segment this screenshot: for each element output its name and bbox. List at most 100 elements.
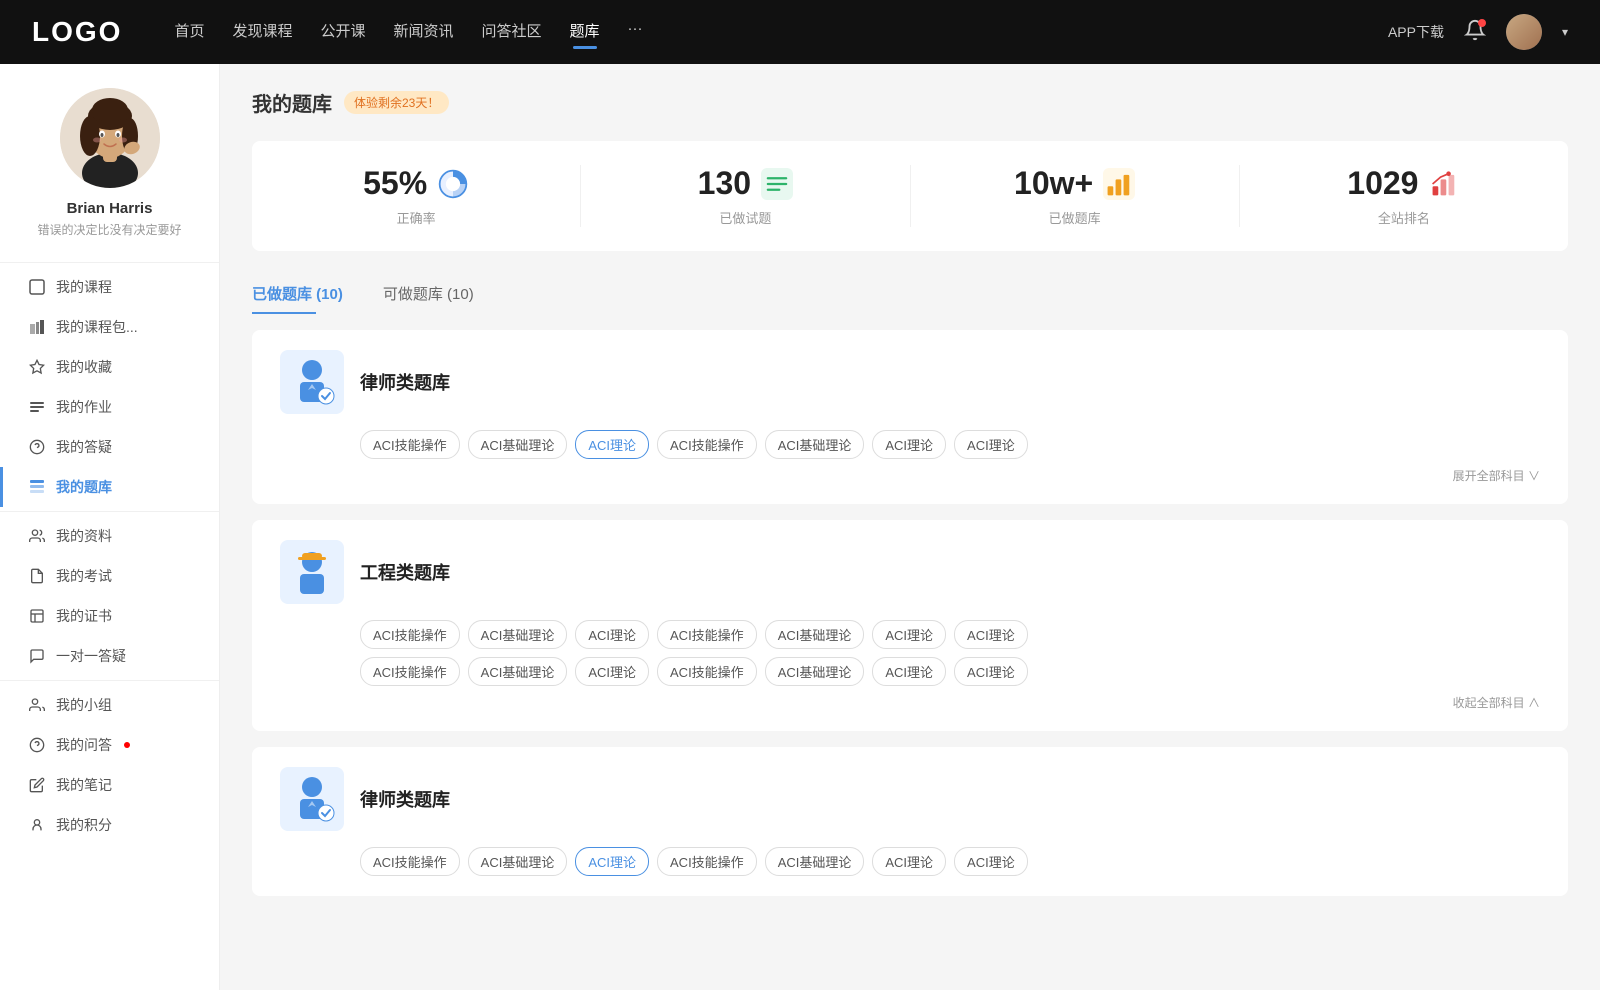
stat-accuracy-number: 55%: [363, 165, 427, 202]
points-label: 我的积分: [56, 815, 112, 835]
tag-eng-6[interactable]: ACI理论: [954, 620, 1028, 649]
course-pack-icon: [28, 318, 46, 336]
sidebar: Brian Harris 错误的决定比没有决定要好 我的课程 我的课程包...: [0, 64, 220, 990]
oneonone-label: 一对一答疑: [56, 646, 126, 666]
engineer-icon: [280, 540, 344, 604]
bank-card-header-lawyer-1: 律师类题库: [280, 350, 1540, 414]
nav-home[interactable]: 首页: [174, 20, 204, 45]
favorites-icon: [28, 358, 46, 376]
tag-lawyer2-0[interactable]: ACI技能操作: [360, 847, 460, 876]
sidebar-item-homework[interactable]: 我的作业: [0, 387, 219, 427]
tag-eng-5[interactable]: ACI理论: [872, 620, 946, 649]
sidebar-item-questionbank[interactable]: 我的题库: [0, 467, 219, 507]
sidebar-item-qa[interactable]: 我的答疑: [0, 427, 219, 467]
tab-done-banks[interactable]: 已做题库 (10): [252, 275, 359, 314]
tag-lawyer2-2[interactable]: ACI理论: [575, 847, 649, 876]
tab-available-banks[interactable]: 可做题库 (10): [383, 275, 490, 314]
tag-eng-1[interactable]: ACI基础理论: [468, 620, 568, 649]
done-questions-icon: [761, 168, 793, 200]
sidebar-item-oneonone[interactable]: 一对一答疑: [0, 636, 219, 676]
sidebar-item-profile[interactable]: 我的资料: [0, 516, 219, 556]
stat-done-questions: 130 已做试题: [581, 165, 910, 227]
tag-lawyer1-3[interactable]: ACI技能操作: [657, 430, 757, 459]
divider-2: [0, 511, 219, 512]
divider-3: [0, 680, 219, 681]
course-pack-label: 我的课程包...: [56, 317, 138, 337]
bank-card-header-engineer: 工程类题库: [280, 540, 1540, 604]
stat-rank: 1029 全站排名: [1240, 165, 1568, 227]
sidebar-item-certificates[interactable]: 我的证书: [0, 596, 219, 636]
homework-label: 我的作业: [56, 397, 112, 417]
courses-icon: [28, 278, 46, 296]
tag-lawyer2-3[interactable]: ACI技能操作: [657, 847, 757, 876]
bank-card-lawyer-2: 律师类题库 ACI技能操作 ACI基础理论 ACI理论 ACI技能操作 ACI基…: [252, 747, 1568, 896]
tag-eng-3[interactable]: ACI技能操作: [657, 620, 757, 649]
avatar-illustration: [60, 88, 160, 188]
tag-lawyer1-0[interactable]: ACI技能操作: [360, 430, 460, 459]
homework-icon: [28, 398, 46, 416]
avatar[interactable]: [1506, 14, 1542, 50]
navbar-menu: 首页 发现课程 公开课 新闻资讯 问答社区 题库 ···: [174, 20, 1356, 45]
stat-accuracy: 55% 正确率: [252, 165, 581, 227]
sidebar-item-notes[interactable]: 我的笔记: [0, 765, 219, 805]
expand-link-text-engineer: 收起全部科目 ∧: [1453, 694, 1540, 711]
qa-label: 我的答疑: [56, 437, 112, 457]
notes-label: 我的笔记: [56, 775, 112, 795]
stat-done-banks-top: 10w+: [927, 165, 1223, 202]
nav-news[interactable]: 新闻资讯: [394, 20, 454, 45]
tag-lawyer2-4[interactable]: ACI基础理论: [765, 847, 865, 876]
sidebar-item-points[interactable]: 我的积分: [0, 805, 219, 845]
avatar-image: [1506, 14, 1542, 50]
tag-lawyer1-2[interactable]: ACI理论: [575, 430, 649, 459]
stat-accuracy-top: 55%: [268, 165, 564, 202]
sidebar-item-groups[interactable]: 我的小组: [0, 685, 219, 725]
exams-icon: [28, 567, 46, 585]
nav-opencourse[interactable]: 公开课: [320, 20, 365, 45]
expand-link-engineer[interactable]: 收起全部科目 ∧: [280, 694, 1540, 711]
bank-card-lawyer-1: 律师类题库 ACI技能操作 ACI基础理论 ACI理论 ACI技能操作 ACI基…: [252, 330, 1568, 504]
notification-bell[interactable]: [1464, 19, 1486, 46]
lawyer-icon-2: [280, 767, 344, 831]
expand-link-lawyer-1[interactable]: 展开全部科目 ∨: [280, 467, 1540, 484]
tag-lawyer1-5[interactable]: ACI理论: [872, 430, 946, 459]
nav-discover[interactable]: 发现课程: [232, 20, 292, 45]
tag-eng-8[interactable]: ACI基础理论: [468, 657, 568, 686]
tag-eng-2[interactable]: ACI理论: [575, 620, 649, 649]
tag-eng-13[interactable]: ACI理论: [954, 657, 1028, 686]
nav-qa[interactable]: 问答社区: [482, 20, 542, 45]
bank-card-header-lawyer-2: 律师类题库: [280, 767, 1540, 831]
app-download-button[interactable]: APP下载: [1388, 22, 1444, 42]
qa-icon: [28, 438, 46, 456]
tag-lawyer1-4[interactable]: ACI基础理论: [765, 430, 865, 459]
tag-lawyer1-6[interactable]: ACI理论: [954, 430, 1028, 459]
nav-questionbank[interactable]: 题库: [570, 20, 600, 45]
tag-eng-9[interactable]: ACI理论: [575, 657, 649, 686]
tag-lawyer1-1[interactable]: ACI基础理论: [468, 430, 568, 459]
sidebar-item-myqa[interactable]: 我的问答: [0, 725, 219, 765]
groups-label: 我的小组: [56, 695, 112, 715]
stat-rank-label: 全站排名: [1256, 208, 1552, 227]
sidebar-item-course-pack[interactable]: 我的课程包...: [0, 307, 219, 347]
tag-eng-10[interactable]: ACI技能操作: [657, 657, 757, 686]
tabs-row: 已做题库 (10) 可做题库 (10): [252, 275, 1568, 314]
nav-more[interactable]: ···: [628, 20, 643, 45]
bank-card-engineer: 工程类题库 ACI技能操作 ACI基础理论 ACI理论 ACI技能操作 ACI基…: [252, 520, 1568, 731]
tag-lawyer2-5[interactable]: ACI理论: [872, 847, 946, 876]
tag-lawyer2-1[interactable]: ACI基础理论: [468, 847, 568, 876]
tags-lawyer-2: ACI技能操作 ACI基础理论 ACI理论 ACI技能操作 ACI基础理论 AC…: [280, 847, 1540, 876]
tag-eng-12[interactable]: ACI理论: [872, 657, 946, 686]
sidebar-item-courses[interactable]: 我的课程: [0, 267, 219, 307]
tag-eng-7[interactable]: ACI技能操作: [360, 657, 460, 686]
avatar-dropdown-chevron[interactable]: ▾: [1562, 25, 1568, 39]
tags-engineer-row2: ACI技能操作 ACI基础理论 ACI理论 ACI技能操作 ACI基础理论 AC…: [280, 657, 1540, 686]
stat-done-banks: 10w+ 已做题库: [911, 165, 1240, 227]
tag-eng-4[interactable]: ACI基础理论: [765, 620, 865, 649]
tag-lawyer2-6[interactable]: ACI理论: [954, 847, 1028, 876]
sidebar-item-favorites[interactable]: 我的收藏: [0, 347, 219, 387]
tag-eng-0[interactable]: ACI技能操作: [360, 620, 460, 649]
stat-rank-number: 1029: [1347, 165, 1418, 202]
logo[interactable]: LOGO: [32, 16, 122, 48]
tag-eng-11[interactable]: ACI基础理论: [765, 657, 865, 686]
sidebar-item-exams[interactable]: 我的考试: [0, 556, 219, 596]
notification-dot: [1478, 19, 1486, 27]
